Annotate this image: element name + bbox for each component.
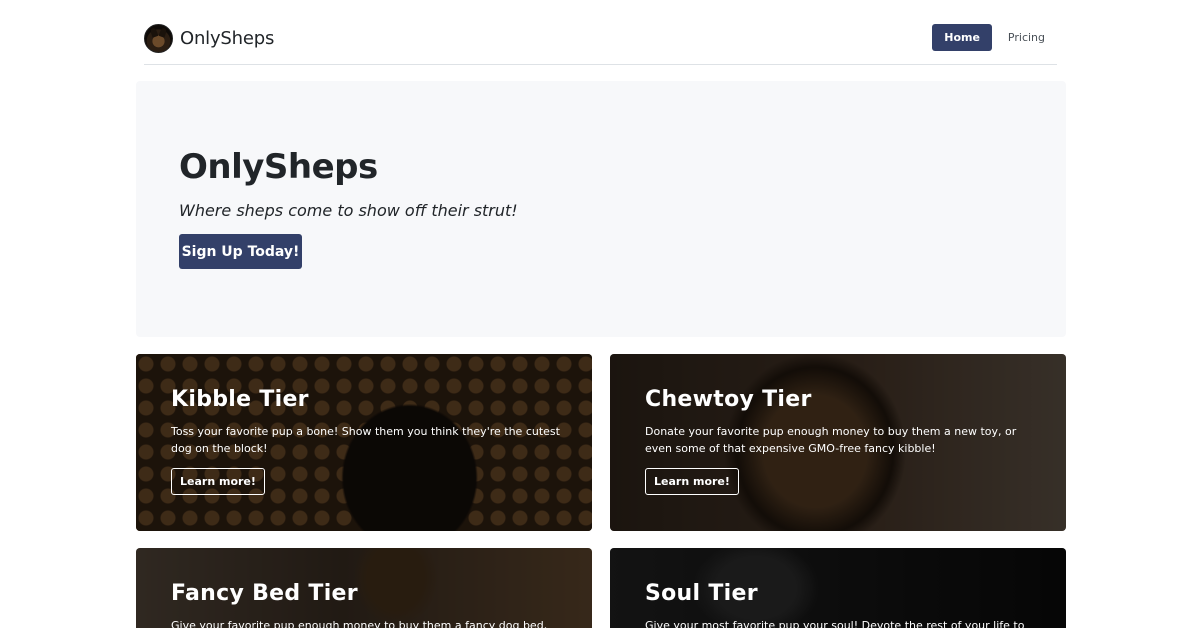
card-title: Kibble Tier [171,387,309,412]
tier-card-soul: Soul Tier Give your most favorite pup yo… [610,548,1066,628]
nav-menu: Home Pricing [932,24,1057,51]
card-title: Fancy Bed Tier [171,581,358,606]
card-title: Soul Tier [645,581,758,606]
sign-up-button[interactable]: Sign Up Today! [179,234,302,269]
tier-card-chewtoy: Chewtoy Tier Donate your favorite pup en… [610,354,1066,531]
card-description: Donate your favorite pup enough money to… [645,425,1017,455]
card-description: Toss your favorite pup a bone! Show them… [171,425,560,455]
card-title: Chewtoy Tier [645,387,812,412]
brand-link[interactable]: OnlySheps [144,23,275,53]
hero-jumbotron: OnlySheps Where sheps come to show off t… [136,81,1066,337]
hero-subtitle: Where sheps come to show off their strut… [179,201,518,220]
card-description: Give your most favorite pup your soul! D… [645,619,1025,628]
tier-card-kibble: Kibble Tier Toss your favorite pup a bon… [136,354,592,531]
tier-card-fancy-bed: Fancy Bed Tier Give your favorite pup en… [136,548,592,628]
hero-title: OnlySheps [179,147,378,187]
learn-more-button[interactable]: Learn more! [645,468,739,495]
learn-more-button[interactable]: Learn more! [171,468,265,495]
nav-item-home[interactable]: Home [932,24,992,51]
card-description: Give your favorite pup enough money to b… [171,619,548,628]
nav-item-pricing[interactable]: Pricing [996,24,1057,51]
navbar: OnlySheps Home Pricing [144,0,1057,65]
dog-logo-icon [144,23,173,53]
brand-name: OnlySheps [180,27,275,49]
